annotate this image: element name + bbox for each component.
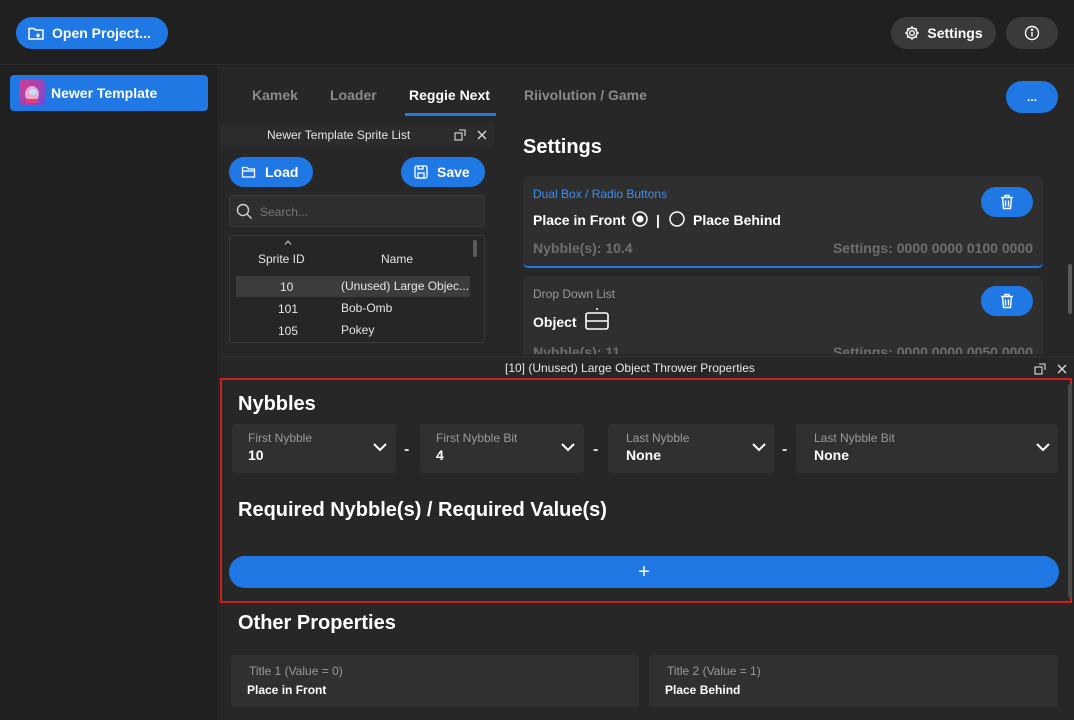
- trash-icon: [1000, 293, 1014, 309]
- undock-icon[interactable]: [454, 129, 466, 141]
- select-label: Last Nybble: [626, 431, 690, 445]
- close-icon[interactable]: [1056, 363, 1068, 375]
- tab-loader[interactable]: Loader: [330, 87, 377, 103]
- tab-kamek[interactable]: Kamek: [252, 87, 298, 103]
- save-button[interactable]: Save: [401, 157, 485, 187]
- table-row-name: Bob-Omb: [341, 301, 393, 315]
- sprite-list-panel: Newer Template Sprite List Load Save Spr…: [220, 124, 494, 354]
- sidebar: Newer Template: [0, 66, 219, 720]
- more-button[interactable]: ...: [1006, 81, 1058, 113]
- info-button[interactable]: [1006, 17, 1058, 49]
- first-nybble-select[interactable]: First Nybble 10: [232, 424, 396, 473]
- gear-icon: [904, 25, 920, 41]
- active-tab-underline: [405, 113, 496, 116]
- settings-bits-readout: Settings: 0000 0000 0050 0000: [832, 344, 1033, 354]
- option-b-label: Place Behind: [693, 212, 781, 228]
- plus-icon: +: [638, 561, 650, 583]
- nybble-separator: -: [404, 441, 410, 458]
- properties-scrollbar[interactable]: [1068, 384, 1072, 598]
- list-select-icon[interactable]: [584, 307, 610, 331]
- field-value: Place Behind: [665, 683, 741, 697]
- settings-heading: Settings: [523, 136, 602, 158]
- open-project-button[interactable]: Open Project...: [16, 17, 168, 49]
- trash-icon: [1000, 194, 1014, 210]
- folder-plus-icon: [27, 24, 45, 42]
- select-value: 4: [436, 447, 444, 463]
- load-label: Load: [265, 164, 299, 180]
- search-input[interactable]: [260, 202, 480, 222]
- card-type-label: Drop Down List: [533, 287, 616, 301]
- select-label: First Nybble: [248, 431, 313, 445]
- title-2-field[interactable]: Title 2 (Value = 1) Place Behind: [649, 655, 1058, 707]
- chevron-down-icon: [752, 443, 766, 452]
- chevron-down-icon: [1036, 443, 1050, 452]
- sort-asc-icon: [284, 240, 292, 245]
- properties-title: [10] (Unused) Large Object Thrower Prope…: [505, 361, 755, 375]
- settings-card-drop-down[interactable]: Drop Down List Object Nybble(s): 11 Sett…: [523, 276, 1043, 354]
- tab-reggie-next[interactable]: Reggie Next: [409, 87, 490, 103]
- search-icon: [236, 203, 253, 220]
- save-icon: [413, 164, 429, 180]
- select-value: None: [626, 447, 661, 463]
- settings-card-dual-box[interactable]: Dual Box / Radio Buttons Place in Front …: [523, 176, 1043, 268]
- select-value: None: [814, 447, 849, 463]
- folder-open-icon: [241, 164, 257, 180]
- table-row-id: 101: [278, 302, 299, 316]
- delete-button[interactable]: [981, 187, 1033, 217]
- open-project-label: Open Project...: [52, 25, 151, 41]
- column-header-sprite-id[interactable]: Sprite ID: [258, 252, 305, 266]
- nybble-separator: -: [782, 441, 788, 458]
- option-separator: |: [656, 212, 660, 228]
- table-row-id: 105: [278, 324, 299, 338]
- radio-selected-icon[interactable]: [632, 211, 648, 227]
- column-header-name[interactable]: Name: [381, 252, 413, 266]
- sidebar-item-label: Newer Template: [51, 85, 158, 101]
- field-label: Title 2 (Value = 1): [667, 664, 761, 678]
- required-values-heading: Required Nybble(s) / Required Value(s): [238, 499, 607, 521]
- chevron-down-icon: [373, 443, 387, 452]
- last-nybble-bit-select[interactable]: Last Nybble Bit None: [796, 424, 1058, 473]
- close-icon[interactable]: [476, 129, 488, 141]
- chevron-down-icon: [561, 443, 575, 452]
- more-label: ...: [1026, 90, 1037, 104]
- field-value: Place in Front: [247, 683, 327, 697]
- info-icon: [1024, 25, 1040, 41]
- nybbles-readout: Nybble(s): 11: [533, 344, 621, 354]
- search-field[interactable]: [229, 195, 485, 227]
- title-1-field[interactable]: Title 1 (Value = 0) Place in Front: [231, 655, 639, 707]
- option-a-label: Object: [533, 314, 577, 330]
- settings-scrollbar[interactable]: [1068, 264, 1072, 314]
- sprite-table-scrollbar[interactable]: [473, 240, 477, 257]
- other-properties-heading: Other Properties: [238, 612, 396, 634]
- last-nybble-select[interactable]: Last Nybble None: [608, 424, 774, 473]
- delete-button[interactable]: [981, 286, 1033, 316]
- table-row-name: (Unused) Large Objec...: [341, 279, 470, 293]
- select-label: Last Nybble Bit: [814, 431, 895, 445]
- settings-button[interactable]: Settings: [891, 17, 996, 49]
- card-type-label: Dual Box / Radio Buttons: [533, 187, 668, 201]
- tab-riivolution-game[interactable]: Riivolution / Game: [524, 87, 647, 103]
- nybbles-readout: Nybble(s): 10.4: [533, 240, 633, 256]
- undock-icon[interactable]: [1034, 363, 1046, 375]
- load-button[interactable]: Load: [229, 157, 313, 187]
- option-a-label: Place in Front: [533, 212, 626, 228]
- sprite-list-title: Newer Template Sprite List: [267, 128, 411, 142]
- nybble-separator: -: [593, 441, 599, 458]
- add-required-value-button[interactable]: +: [229, 556, 1059, 588]
- nybbles-heading: Nybbles: [238, 393, 316, 415]
- select-label: First Nybble Bit: [436, 431, 518, 445]
- sprite-table: Sprite ID Name 10 (Unused) Large Objec..…: [229, 235, 485, 343]
- settings-bits-readout: Settings: 0000 0000 0100 0000: [832, 240, 1033, 256]
- settings-label: Settings: [927, 25, 983, 41]
- table-row-id: 10: [280, 280, 294, 294]
- first-nybble-bit-select[interactable]: First Nybble Bit 4: [420, 424, 584, 473]
- project-avatar-icon: [19, 80, 45, 106]
- field-label: Title 1 (Value = 0): [249, 664, 343, 678]
- save-label: Save: [437, 164, 470, 180]
- select-value: 10: [248, 447, 264, 463]
- radio-unselected-icon[interactable]: [669, 211, 685, 227]
- table-row-name: Pokey: [341, 323, 375, 337]
- sidebar-item-newer-template[interactable]: Newer Template: [10, 75, 208, 111]
